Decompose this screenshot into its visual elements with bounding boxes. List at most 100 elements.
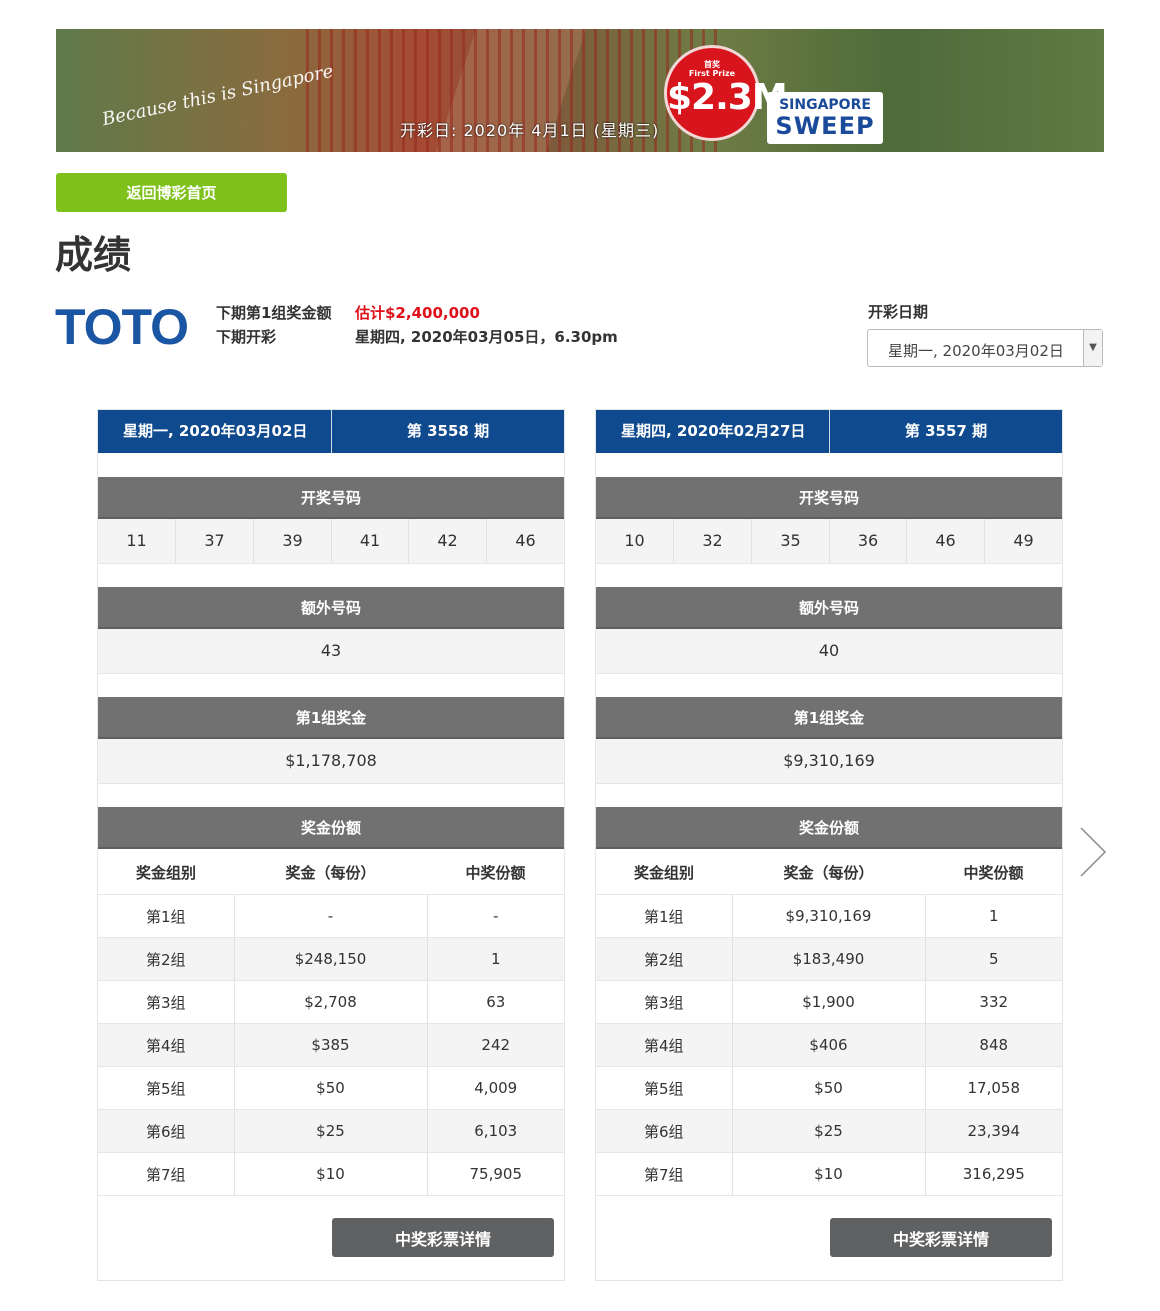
sweep-logo-line1: SINGAPORE xyxy=(779,97,871,113)
table-row: 第1组 - - xyxy=(98,894,564,938)
winning-shares: 242 xyxy=(427,1023,564,1067)
prize-per-share: - xyxy=(234,894,428,938)
col-header-count: 中奖份额 xyxy=(925,851,1062,895)
draw-number: 第 3558 期 xyxy=(406,422,490,440)
prize-shares-heading: 奖金份额 xyxy=(98,807,564,849)
winning-shares: 23,394 xyxy=(925,1109,1062,1153)
prize-group: 第6组 xyxy=(98,1109,235,1153)
next-draw-label: 下期开彩 xyxy=(216,328,277,346)
winning-ticket-details-button[interactable]: 中奖彩票详情 xyxy=(830,1218,1052,1257)
prize-per-share: $183,490 xyxy=(732,937,926,981)
singapore-sweep-logo: SINGAPORE SWEEP xyxy=(767,92,883,144)
prize-per-share: $10 xyxy=(732,1152,926,1196)
winning-number: 49 xyxy=(1013,531,1034,550)
winning-number: 46 xyxy=(907,519,985,563)
prize-group: 第4组 xyxy=(596,1023,733,1067)
prize-per-share: $50 xyxy=(732,1066,926,1110)
draw-card-header: 星期一, 2020年03月02日 第 3558 期 xyxy=(98,410,564,453)
draw-date-label: 开彩日期 xyxy=(868,303,929,321)
winning-number: 10 xyxy=(596,519,674,563)
table-row: 第3组 $2,708 63 xyxy=(98,980,564,1024)
prize-group: 第7组 xyxy=(98,1152,235,1196)
draw-date-selected: 星期一, 2020年03月02日 xyxy=(888,342,1064,360)
group1-prize-heading: 第1组奖金 xyxy=(98,697,564,739)
table-header-row: 奖金组别 奖金（每份） 中奖份额 xyxy=(98,851,564,895)
col-header-count: 中奖份额 xyxy=(427,851,564,895)
winning-shares: 6,103 xyxy=(427,1109,564,1153)
prize-group: 第1组 xyxy=(596,894,733,938)
winning-shares: 848 xyxy=(925,1023,1062,1067)
table-row: 第2组 $183,490 5 xyxy=(596,937,1062,981)
winning-shares: 332 xyxy=(925,980,1062,1024)
table-row: 第2组 $248,150 1 xyxy=(98,937,564,981)
winning-number: 42 xyxy=(409,519,487,563)
additional-number: 40 xyxy=(818,641,840,660)
winning-shares: 17,058 xyxy=(925,1066,1062,1110)
winning-shares: 316,295 xyxy=(925,1152,1062,1196)
group1-prize: $9,310,169 xyxy=(783,751,875,770)
draw-date: 星期一, 2020年03月02日 xyxy=(123,422,308,440)
group1-prize: $1,178,708 xyxy=(285,751,377,770)
winning-number: 39 xyxy=(254,519,332,563)
prize-per-share: $25 xyxy=(732,1109,926,1153)
draw-card-header: 星期四, 2020年02月27日 第 3557 期 xyxy=(596,410,1062,453)
additional-number: 43 xyxy=(320,641,342,660)
draw-number: 第 3557 期 xyxy=(904,422,988,440)
col-header-group: 奖金组别 xyxy=(98,851,234,895)
prize-group: 第7组 xyxy=(596,1152,733,1196)
prize-per-share: $2,708 xyxy=(234,980,428,1024)
table-row: 第7组 $10 75,905 xyxy=(98,1152,564,1196)
winning-number: 36 xyxy=(830,519,907,563)
prize-per-share: $1,900 xyxy=(732,980,926,1024)
prize-group: 第1组 xyxy=(98,894,235,938)
col-header-prize: 奖金（每份） xyxy=(732,851,925,895)
col-header-group: 奖金组别 xyxy=(596,851,732,895)
promo-banner[interactable]: Because this is Singapore 开彩日: 2020年 4月1… xyxy=(56,29,1104,152)
chevron-right-icon[interactable] xyxy=(1078,826,1108,878)
table-row: 第5组 $50 17,058 xyxy=(596,1066,1062,1110)
table-row: 第7组 $10 316,295 xyxy=(596,1152,1062,1196)
banner-tagline: Because this is Singapore xyxy=(100,60,336,131)
col-header-prize: 奖金（每份） xyxy=(234,851,427,895)
prize-per-share: $25 xyxy=(234,1109,428,1153)
page-title: 成绩 xyxy=(55,233,132,277)
prize-per-share: $50 xyxy=(234,1066,428,1110)
prize-shares-table: 奖金组别 奖金（每份） 中奖份额 第1组 - - 第2组 $248,150 1 第3组 $… xyxy=(98,851,564,1196)
winning-shares: 1 xyxy=(427,937,564,981)
winning-number: 32 xyxy=(674,519,752,563)
winning-shares: 63 xyxy=(427,980,564,1024)
prize-group: 第2组 xyxy=(596,937,733,981)
prize-group: 第5组 xyxy=(596,1066,733,1110)
draw-result-card: 星期一, 2020年03月02日 第 3558 期 开奖号码 11 37 39 … xyxy=(97,409,565,1281)
draw-date: 星期四, 2020年02月27日 xyxy=(621,422,806,440)
sweep-logo-line2: SWEEP xyxy=(775,112,875,140)
prize-per-share: $248,150 xyxy=(234,937,428,981)
table-header-row: 奖金组别 奖金（每份） 中奖份额 xyxy=(596,851,1062,895)
prize-group: 第5组 xyxy=(98,1066,235,1110)
winning-number: 37 xyxy=(176,519,254,563)
draw-result-card: 星期四, 2020年02月27日 第 3557 期 开奖号码 10 32 35 … xyxy=(595,409,1063,1281)
draw-date-select[interactable]: 星期一, 2020年03月02日 ▼ xyxy=(867,329,1103,367)
table-row: 第4组 $406 848 xyxy=(596,1023,1062,1067)
toto-logo: TOTO xyxy=(55,299,189,355)
prize-group: 第3组 xyxy=(98,980,235,1024)
table-row: 第5组 $50 4,009 xyxy=(98,1066,564,1110)
next-draw-value: 星期四, 2020年03月05日，6.30pm xyxy=(355,328,618,346)
next-jackpot-label: 下期第1组奖金额 xyxy=(216,304,332,322)
prize-group: 第6组 xyxy=(596,1109,733,1153)
prize-per-share: $10 xyxy=(234,1152,428,1196)
back-to-betting-home-button[interactable]: 返回博彩首页 xyxy=(56,173,287,212)
prize-per-share: $385 xyxy=(234,1023,428,1067)
table-row: 第1组 $9,310,169 1 xyxy=(596,894,1062,938)
prize-group: 第4组 xyxy=(98,1023,235,1067)
winning-number: 11 xyxy=(98,519,176,563)
prize-shares-table: 奖金组别 奖金（每份） 中奖份额 第1组 $9,310,169 1 第2组 $183,… xyxy=(596,851,1062,1196)
winning-ticket-details-button[interactable]: 中奖彩票详情 xyxy=(332,1218,554,1257)
additional-number-heading: 额外号码 xyxy=(596,587,1062,629)
winning-numbers-heading: 开奖号码 xyxy=(98,477,564,519)
group1-prize-row: $9,310,169 xyxy=(596,739,1062,784)
table-row: 第3组 $1,900 332 xyxy=(596,980,1062,1024)
table-row: 第4组 $385 242 xyxy=(98,1023,564,1067)
winning-shares: 1 xyxy=(925,894,1062,938)
chevron-down-icon[interactable]: ▼ xyxy=(1083,330,1102,366)
